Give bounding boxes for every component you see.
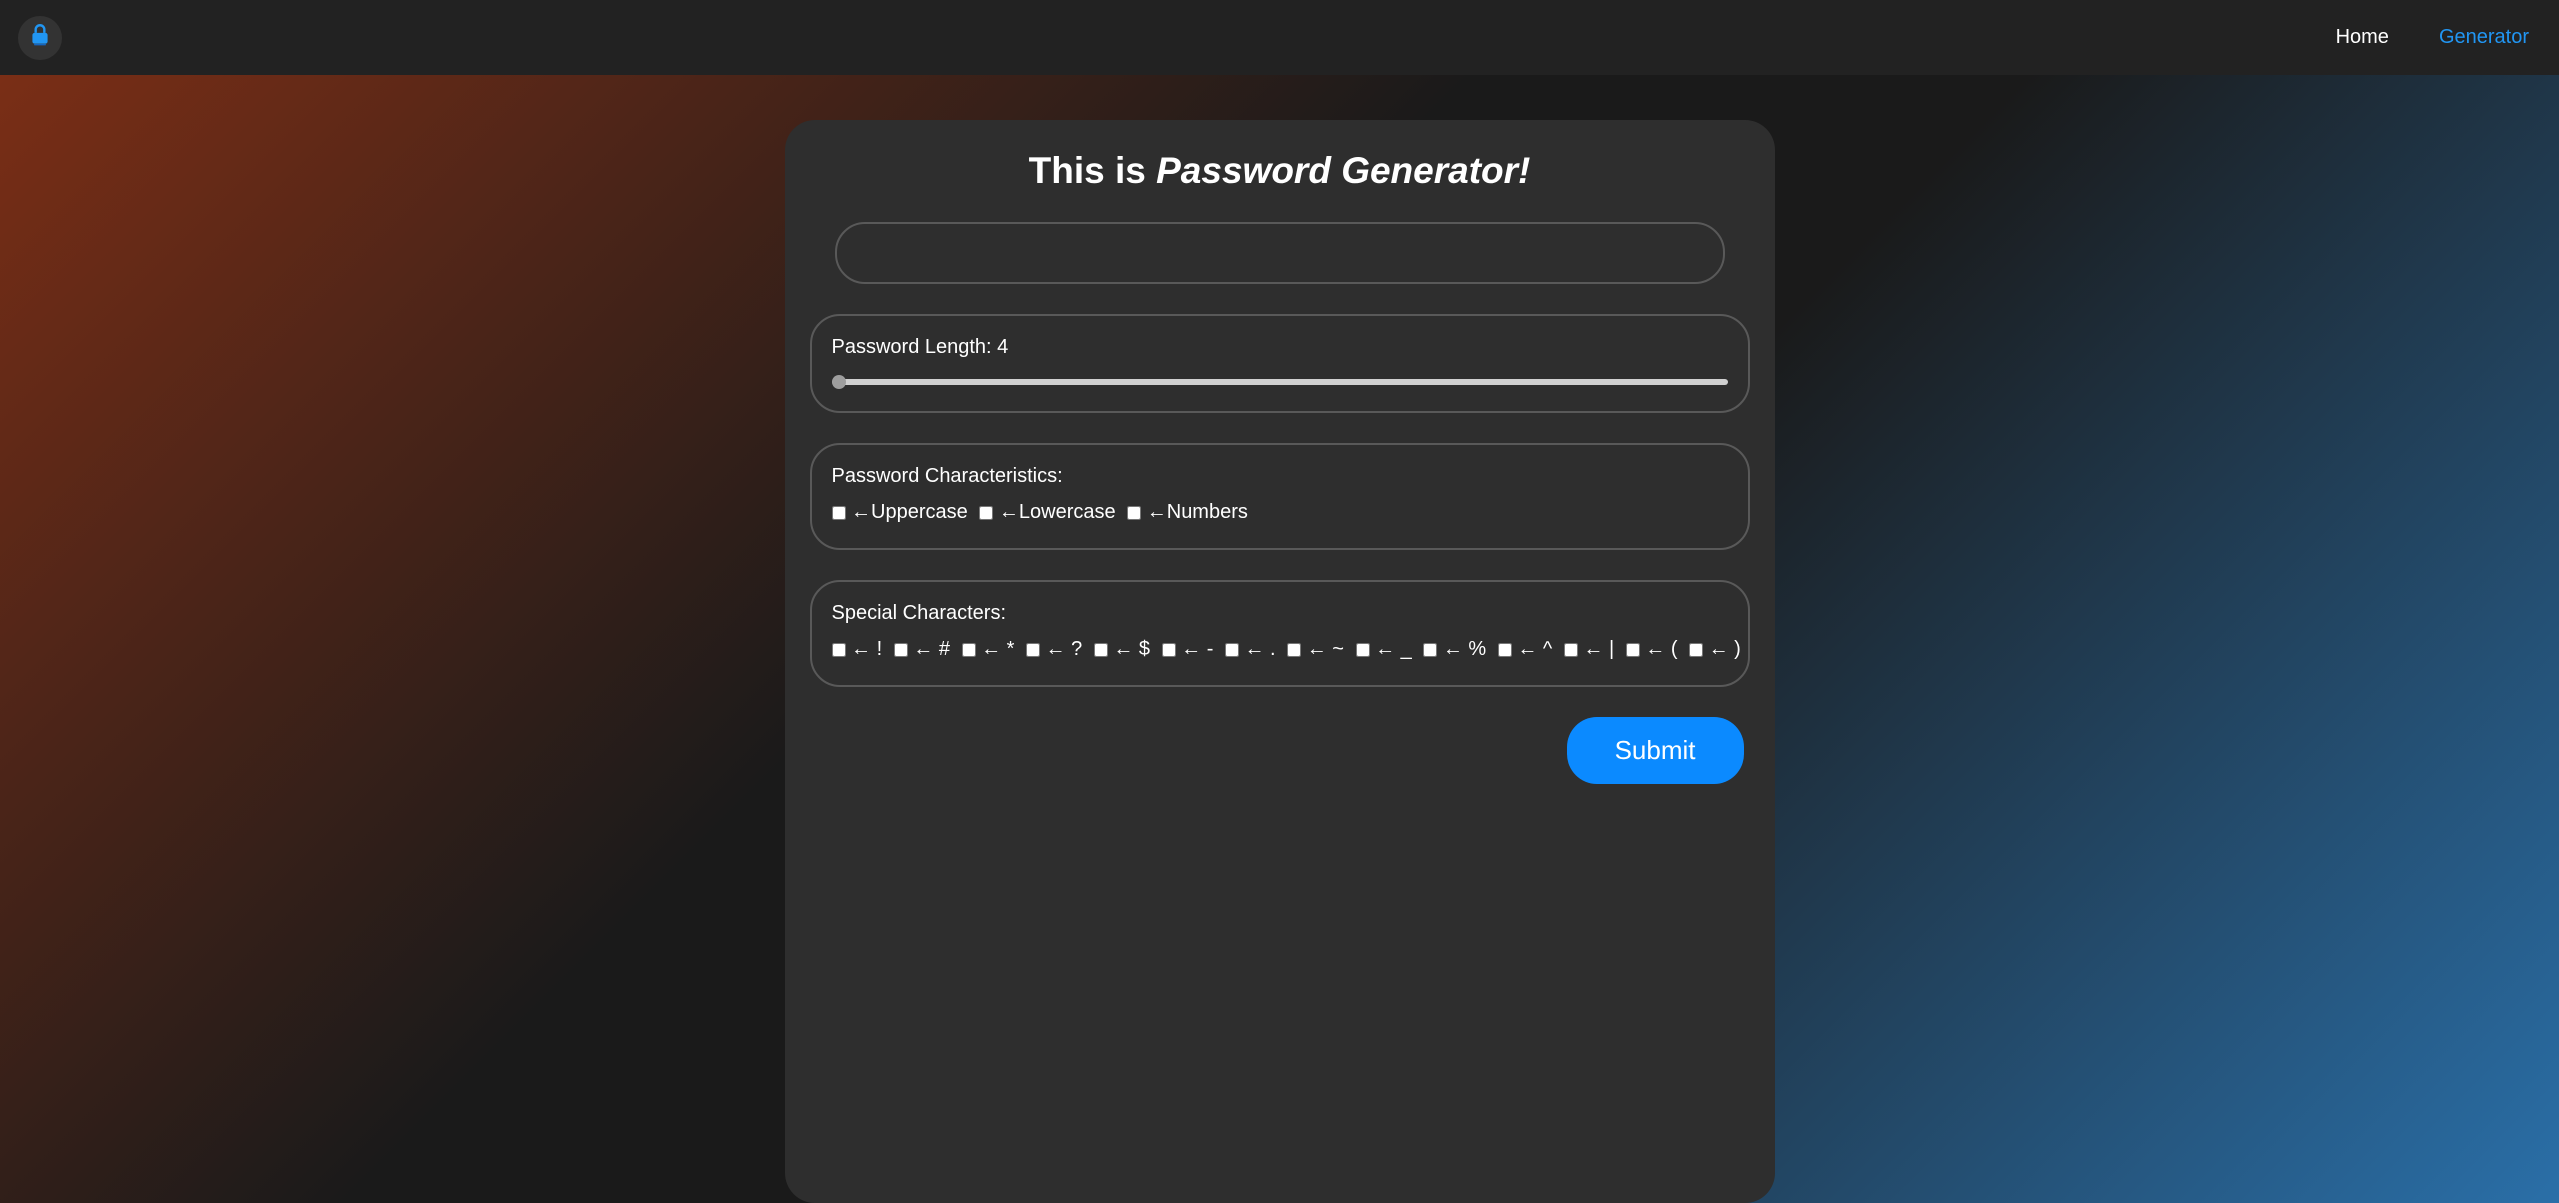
nav-links: Home Generator	[2336, 26, 2529, 49]
specials-section: Special Characters: ← ! ← # ← * ← ? ← $ …	[810, 580, 1750, 687]
special-checkbox[interactable]	[962, 643, 976, 657]
special-label: ← !	[846, 638, 888, 660]
special-option: ← *	[962, 638, 1020, 660]
special-option: ← _	[1356, 638, 1418, 660]
special-checkbox[interactable]	[1423, 643, 1437, 657]
special-checkbox[interactable]	[832, 643, 846, 657]
special-option: ← %	[1423, 638, 1491, 660]
special-checkbox[interactable]	[1094, 643, 1108, 657]
logo[interactable]	[18, 16, 62, 60]
characteristic-label: ←Numbers	[1141, 501, 1248, 523]
specials-label: Special Characters:	[832, 602, 1728, 625]
characteristic-label: ←Uppercase	[846, 501, 974, 523]
special-label: ← *	[976, 638, 1020, 660]
special-label: ← )	[1703, 638, 1741, 660]
special-checkbox[interactable]	[894, 643, 908, 657]
special-checkbox[interactable]	[1498, 643, 1512, 657]
nav-generator[interactable]: Generator	[2439, 26, 2529, 49]
special-option: ← ~	[1287, 638, 1349, 660]
password-output	[835, 222, 1725, 284]
special-checkbox[interactable]	[1225, 643, 1239, 657]
navbar: Home Generator	[0, 0, 2559, 75]
nav-home[interactable]: Home	[2336, 26, 2389, 49]
special-option: ← .	[1225, 638, 1281, 660]
special-checkbox[interactable]	[1626, 643, 1640, 657]
special-checkbox[interactable]	[1689, 643, 1703, 657]
characteristic-checkbox-numbers[interactable]	[1127, 506, 1141, 520]
special-label: ← #	[908, 638, 956, 660]
characteristic-option: ←Lowercase	[979, 501, 1121, 523]
characteristics-label: Password Characteristics:	[832, 465, 1728, 488]
title-emphasis: Password Generator!	[1156, 150, 1530, 191]
special-label: ← (	[1640, 638, 1683, 660]
special-option: ← (	[1626, 638, 1683, 660]
length-label: Password Length: 4	[832, 336, 1728, 359]
special-option: ← !	[832, 638, 888, 660]
special-label: ← %	[1437, 638, 1491, 660]
special-checkbox[interactable]	[1287, 643, 1301, 657]
special-label: ← ~	[1301, 638, 1349, 660]
characteristics-section: Password Characteristics: ←Uppercase ←Lo…	[810, 443, 1750, 550]
special-checkbox[interactable]	[1026, 643, 1040, 657]
special-option: ← |	[1564, 638, 1620, 660]
lock-icon	[27, 22, 53, 53]
special-checkbox[interactable]	[1564, 643, 1578, 657]
special-label: ← -	[1176, 638, 1219, 660]
special-option: ← #	[894, 638, 956, 660]
characteristic-label: ←Lowercase	[993, 501, 1121, 523]
special-label: ← |	[1578, 638, 1620, 660]
submit-button[interactable]: Submit	[1567, 717, 1744, 784]
special-label: ← .	[1239, 638, 1281, 660]
generator-card: This is Password Generator! Password Len…	[785, 120, 1775, 1203]
special-option: ← -	[1162, 638, 1219, 660]
length-slider[interactable]	[832, 379, 1728, 385]
special-option: ← ?	[1026, 638, 1088, 660]
page-title: This is Password Generator!	[810, 150, 1750, 192]
special-label: ← ^	[1512, 638, 1558, 660]
length-label-prefix: Password Length:	[832, 336, 998, 358]
characteristics-options: ←Uppercase ←Lowercase ←Numbers	[832, 496, 1728, 528]
special-label: ← ?	[1040, 638, 1088, 660]
length-value: 4	[997, 336, 1008, 358]
special-option: ← $	[1094, 638, 1156, 660]
title-prefix: This is	[1029, 150, 1156, 191]
special-checkbox[interactable]	[1162, 643, 1176, 657]
special-label: ← _	[1370, 638, 1418, 660]
characteristic-option: ←Uppercase	[832, 501, 974, 523]
length-section: Password Length: 4	[810, 314, 1750, 413]
page-background: This is Password Generator! Password Len…	[0, 75, 2559, 1203]
specials-options: ← ! ← # ← * ← ? ← $ ← - ← . ← ~ ← _ ← % …	[832, 633, 1728, 665]
special-option: ← ^	[1498, 638, 1558, 660]
characteristic-option: ←Numbers	[1127, 501, 1248, 523]
special-label: ← $	[1108, 638, 1156, 660]
submit-row: Submit	[810, 717, 1750, 784]
characteristic-checkbox-lowercase[interactable]	[979, 506, 993, 520]
special-checkbox[interactable]	[1356, 643, 1370, 657]
special-option: ← )	[1689, 638, 1741, 660]
characteristic-checkbox-uppercase[interactable]	[832, 506, 846, 520]
